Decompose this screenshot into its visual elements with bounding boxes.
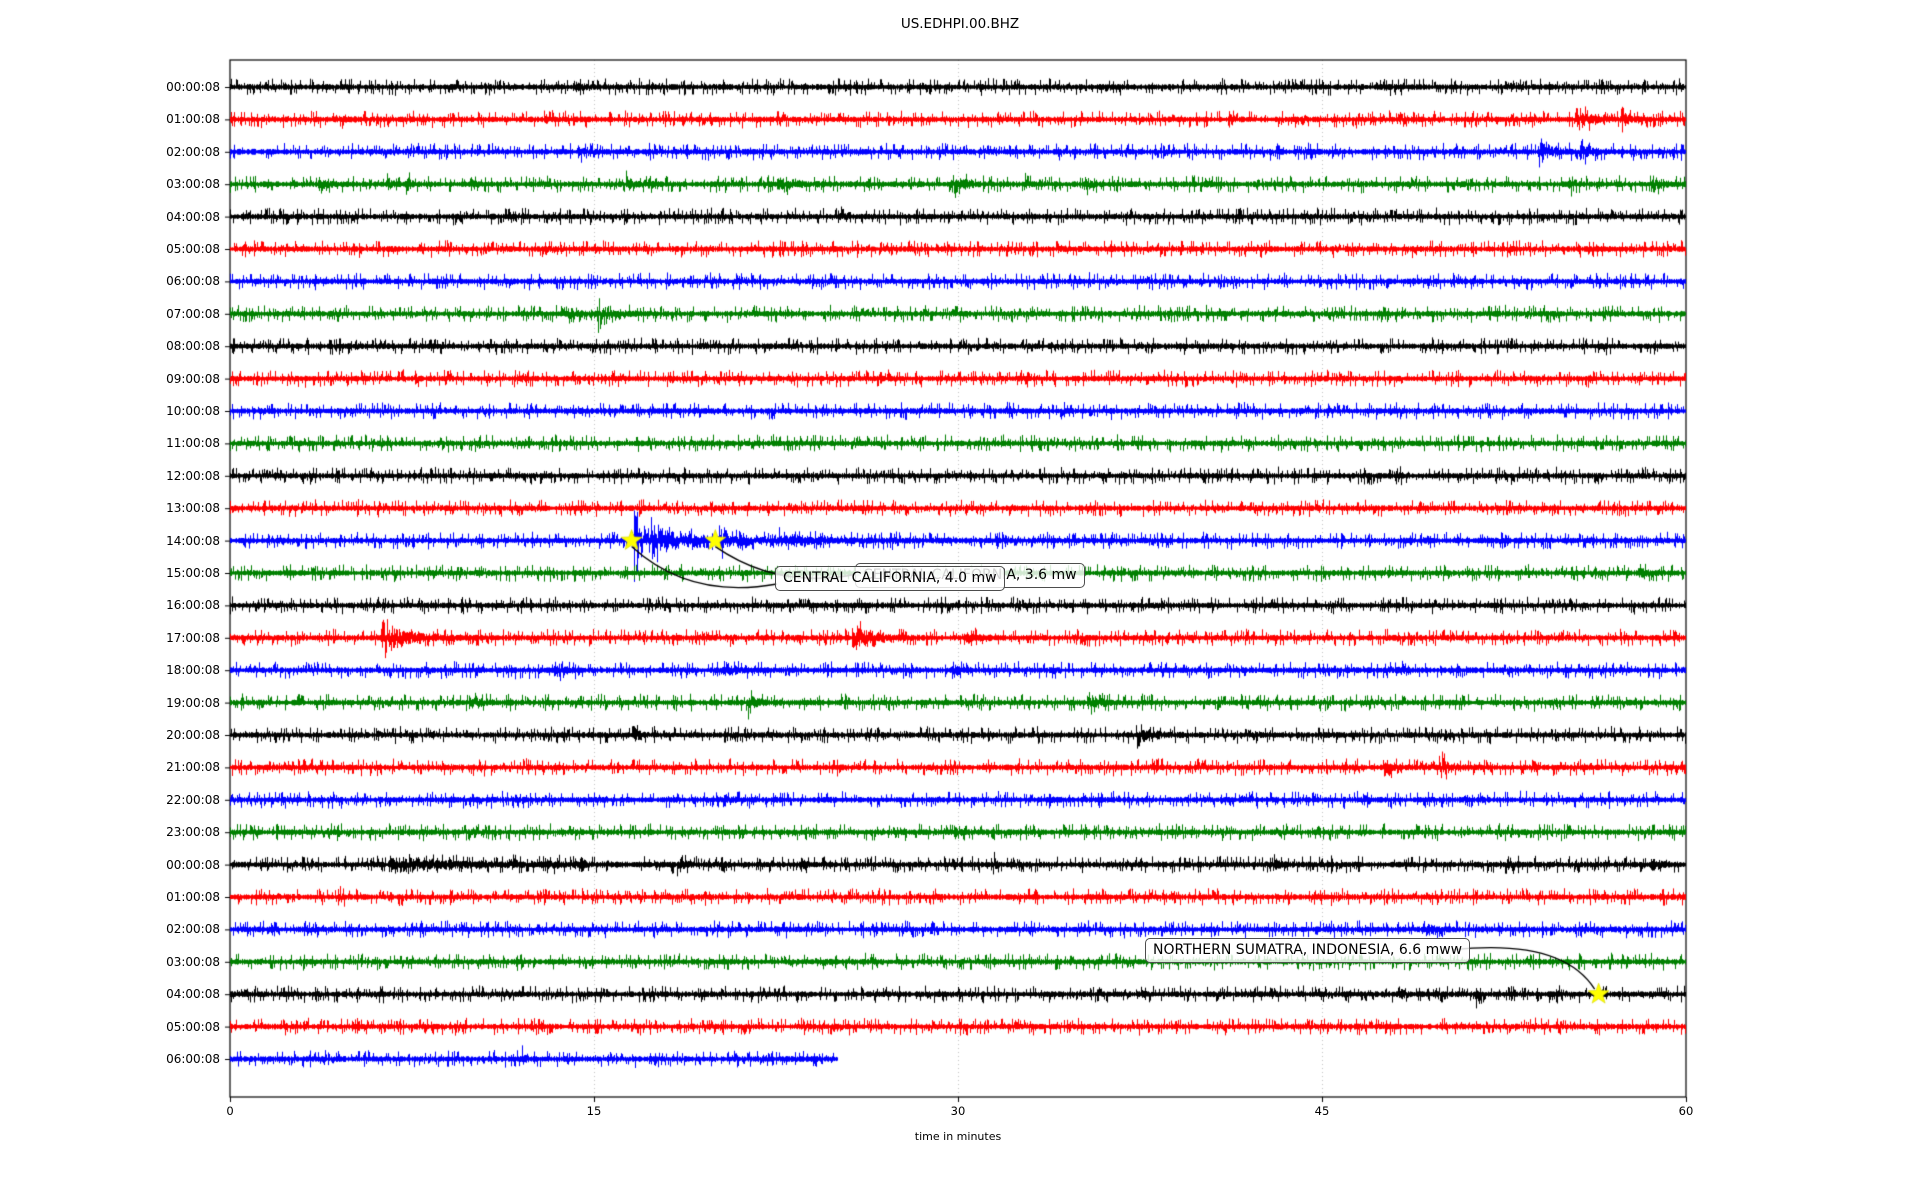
y-axis-tick-label: 11:00:08 <box>166 436 220 451</box>
y-axis-tick-label: 03:00:08 <box>166 177 220 192</box>
x-axis-title: time in minutes <box>914 1130 1002 1143</box>
y-axis-tick-label: 15:00:08 <box>166 566 220 580</box>
y-axis-tick-label: 02:00:08 <box>166 922 220 937</box>
y-axis-tick-label: 00:00:08 <box>166 80 220 94</box>
y-axis-tick-label: 01:00:08 <box>166 890 220 904</box>
y-axis-tick-label: 04:00:08 <box>166 209 220 224</box>
seismogram-figure: US.EDHPI.00.BHZ time in minutes CENTRAL … <box>0 0 1920 1200</box>
y-axis-tick-label: 20:00:08 <box>166 728 220 742</box>
y-axis-tick-label: 18:00:08 <box>166 663 220 678</box>
y-axis-tick-label: 23:00:08 <box>166 825 220 840</box>
y-axis-tick-label: 19:00:08 <box>166 695 220 710</box>
y-axis-tick-label: 17:00:08 <box>166 630 220 645</box>
y-axis-tick-label: 04:00:08 <box>166 987 220 1002</box>
y-axis-tick-label: 05:00:08 <box>166 1019 220 1034</box>
y-axis-tick-label: 02:00:08 <box>166 144 220 159</box>
y-axis-tick-label: 03:00:08 <box>166 954 220 969</box>
y-axis-tick-label: 00:00:08 <box>166 857 220 872</box>
seismogram-plot-canvas <box>0 0 1920 1200</box>
x-axis-tick-label: 15 <box>586 1104 602 1118</box>
y-axis-tick-label: 13:00:08 <box>166 501 220 516</box>
plot-title: US.EDHPI.00.BHZ <box>900 16 1020 32</box>
y-axis-tick-label: 06:00:08 <box>166 1052 220 1066</box>
y-axis-tick-label: 07:00:08 <box>166 306 220 321</box>
x-axis-tick-label: 60 <box>1678 1104 1694 1118</box>
y-axis-tick-label: 10:00:08 <box>166 404 220 418</box>
y-axis-tick-label: 09:00:08 <box>166 371 220 386</box>
y-axis-tick-label: 06:00:08 <box>166 274 220 289</box>
event-annotation-central-california-40: CENTRAL CALIFORNIA, 4.0 mw <box>775 566 1005 591</box>
y-axis-tick-label: 16:00:08 <box>166 598 220 613</box>
y-axis-tick-label: 14:00:08 <box>166 533 220 548</box>
y-axis-tick-label: 01:00:08 <box>166 112 220 127</box>
y-axis-tick-label: 08:00:08 <box>166 339 220 354</box>
event-annotation-northern-sumatra: NORTHERN SUMATRA, INDONESIA, 6.6 mww <box>1145 938 1471 963</box>
y-axis-tick-label: 22:00:08 <box>166 792 220 807</box>
x-axis-tick-label: 30 <box>950 1104 966 1118</box>
y-axis-tick-label: 05:00:08 <box>166 242 220 256</box>
y-axis-tick-label: 12:00:08 <box>166 468 220 483</box>
x-axis-tick-label: 0 <box>226 1104 234 1118</box>
y-axis-tick-label: 21:00:08 <box>166 760 220 775</box>
x-axis-tick-label: 45 <box>1314 1104 1330 1118</box>
